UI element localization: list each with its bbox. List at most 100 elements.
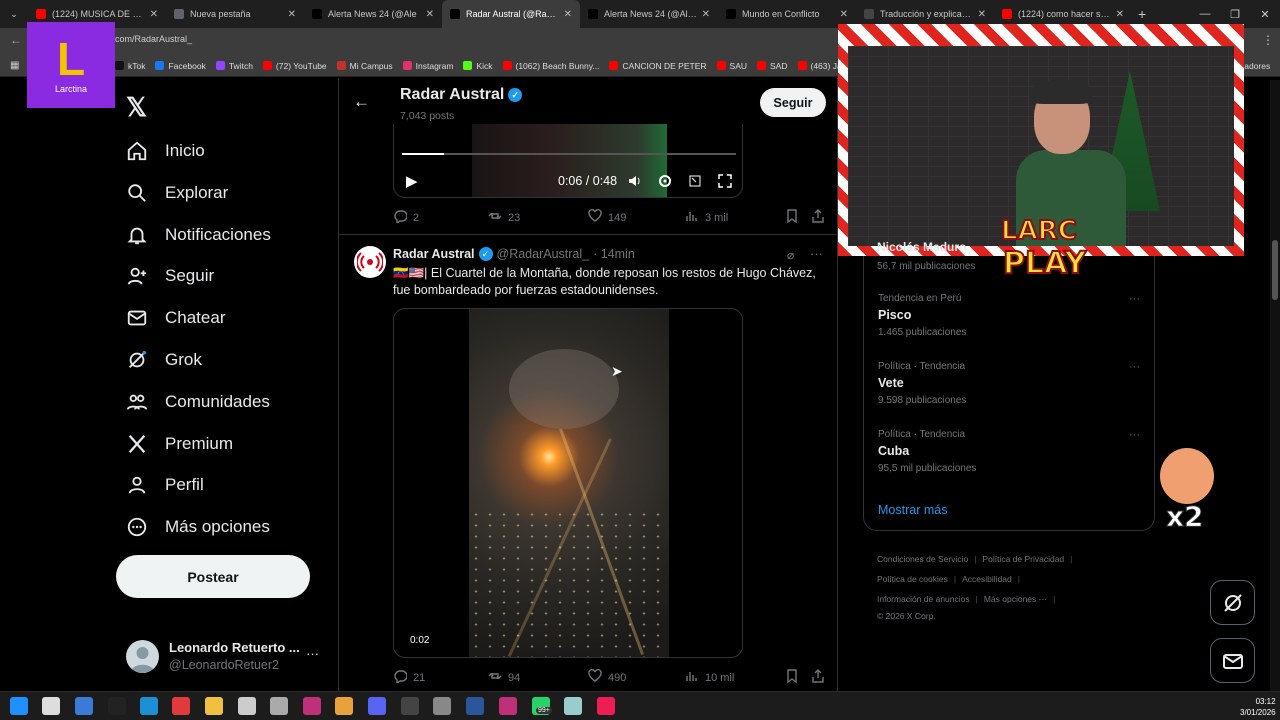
pip-icon[interactable] <box>686 172 704 190</box>
share-icon[interactable] <box>811 209 825 223</box>
bookmark-item[interactable]: Kick <box>463 61 493 71</box>
app-icon[interactable] <box>108 697 126 715</box>
tweet-timestamp[interactable]: · 14min <box>593 247 635 261</box>
footer-link[interactable]: Más opciones ··· <box>984 594 1047 604</box>
volume-icon[interactable] <box>626 172 644 190</box>
app-icon[interactable] <box>172 697 190 715</box>
discord-icon[interactable] <box>368 697 386 715</box>
views-action[interactable]: 3 mil <box>685 209 728 226</box>
calculator-icon[interactable] <box>433 697 451 715</box>
bookmark-item[interactable]: SAU <box>716 61 747 71</box>
tab-close-icon[interactable]: ✕ <box>564 9 572 20</box>
radar-austral-avatar[interactable] <box>354 246 386 278</box>
grok-icon[interactable]: ⌀ <box>787 248 794 262</box>
search-icon[interactable] <box>42 697 60 715</box>
folder-icon[interactable] <box>205 697 223 715</box>
post-button[interactable]: Postear <box>116 555 310 598</box>
edge-icon[interactable] <box>140 697 158 715</box>
nav-item-seguir[interactable]: Seguir <box>125 261 214 291</box>
close-window-icon[interactable]: ✕ <box>1250 0 1280 28</box>
tab-close-icon[interactable]: ✕ <box>840 9 848 20</box>
nav-item-notificaciones[interactable]: Notificaciones <box>125 220 271 250</box>
tweet-more-icon[interactable]: ··· <box>810 246 823 261</box>
retweets-action[interactable]: 23 <box>488 209 520 226</box>
tweet-author-name[interactable]: Radar Austral <box>393 247 475 261</box>
obs-icon[interactable] <box>401 697 419 715</box>
bookmark-item[interactable]: SAD <box>757 61 788 71</box>
trend-more-icon[interactable]: ··· <box>1129 429 1140 441</box>
nav-item-comunidades[interactable]: Comunidades <box>125 387 270 417</box>
trend-title[interactable]: Nicolás Maduro <box>877 240 966 254</box>
tab-close-icon[interactable]: ✕ <box>288 9 296 20</box>
chrome-icon[interactable] <box>335 697 353 715</box>
footer-link[interactable]: Accesibilidad <box>962 574 1012 584</box>
tab-close-icon[interactable]: ✕ <box>426 9 434 20</box>
retweets-action[interactable]: 94 <box>488 669 520 686</box>
bookmark-item[interactable]: (1062) Beach Bunny... <box>502 61 599 71</box>
tab-close-icon[interactable]: ✕ <box>1116 9 1124 20</box>
avatar[interactable] <box>126 640 159 673</box>
store-icon[interactable] <box>75 697 93 715</box>
likes-action[interactable]: 149 <box>588 208 626 226</box>
bookmark-icon[interactable] <box>785 669 799 683</box>
trend-item[interactable]: Política · Tendencia Vete 9.598 publicacio… <box>878 361 1140 406</box>
trend-more-icon[interactable]: ··· <box>1129 293 1140 305</box>
bookmark-item[interactable]: Mi Campus <box>336 61 393 71</box>
app-icon[interactable] <box>238 697 256 715</box>
app-icon[interactable] <box>270 697 288 715</box>
browser-tab[interactable]: Nueva pestaña ✕ <box>166 0 304 28</box>
word-icon[interactable] <box>466 697 484 715</box>
show-more-link[interactable]: Mostrar más <box>878 503 947 517</box>
browser-tab[interactable]: Mundo en Conflicto ✕ <box>718 0 856 28</box>
nav-item-explorar[interactable]: Explorar <box>125 178 228 208</box>
bookmark-overflow[interactable]: cadores <box>1240 61 1270 71</box>
play-icon[interactable]: ▶ <box>406 172 418 190</box>
account-name[interactable]: Leonardo Retuerto ... <box>169 640 300 655</box>
browser-tab[interactable]: Radar Austral (@RadarAu ✕ <box>442 0 580 28</box>
nav-item-premium[interactable]: Premium <box>125 429 233 459</box>
apps-grid-icon[interactable]: ▦ <box>10 60 19 71</box>
footer-link[interactable]: Información de anuncios <box>877 594 970 604</box>
fullscreen-icon[interactable] <box>716 172 734 190</box>
views-action[interactable]: 10 mil <box>685 669 734 686</box>
trend-item[interactable]: Tendencia en Perú Pisco 1.465 publicacione… <box>878 293 1140 338</box>
nav-item-más-opciones[interactable]: Más opciones <box>125 512 270 542</box>
new-tab-button[interactable]: + <box>1138 6 1146 22</box>
browser-tab[interactable]: Alerta News 24 (@Alerta ✕ <box>580 0 718 28</box>
footer-link[interactable]: Política de cookies <box>877 574 948 584</box>
nav-item-chatear[interactable]: Chatear <box>125 303 225 333</box>
url-field[interactable]: com/RadarAustral_ <box>115 34 192 44</box>
nav-item-grok[interactable]: Grok <box>125 345 202 375</box>
account-handle[interactable]: @LeonardoRetuer2 <box>169 658 279 672</box>
tab-close-icon[interactable]: ✕ <box>702 9 710 20</box>
browser-tab[interactable]: Alerta News 24 (@Ale ✕ <box>304 0 442 28</box>
app-icon[interactable] <box>303 697 321 715</box>
tweet-author-handle[interactable]: @RadarAustral_ <box>497 247 590 261</box>
taskbar-clock[interactable]: 03:12 3/01/2026 <box>1240 696 1276 718</box>
windows-start-icon[interactable] <box>10 697 28 715</box>
tab-list-icon[interactable]: ⌄ <box>0 9 28 20</box>
likes-action[interactable]: 490 <box>588 668 626 686</box>
account-more-icon[interactable]: ··· <box>306 646 319 661</box>
tab-close-icon[interactable]: ✕ <box>978 9 986 20</box>
tab-close-icon[interactable]: ✕ <box>150 9 158 20</box>
bookmark-item[interactable]: kTok <box>115 61 145 71</box>
bookmark-icon[interactable] <box>785 209 799 223</box>
footer-link[interactable]: Condiciones de Servicio <box>877 554 968 564</box>
nav-item-perfil[interactable]: Perfil <box>125 470 204 500</box>
app-icon[interactable] <box>499 697 517 715</box>
profile-menu-icon[interactable]: ⋮ <box>1262 33 1274 47</box>
app-icon[interactable] <box>564 697 582 715</box>
follow-button[interactable]: Seguir <box>760 88 826 117</box>
back-arrow-icon[interactable]: ← <box>353 92 370 112</box>
bookmark-item[interactable]: Instagram <box>402 61 453 71</box>
messages-fab-button[interactable] <box>1210 638 1255 683</box>
x-logo-icon[interactable]: 𝕏 <box>126 92 147 123</box>
bookmark-item[interactable]: (72) YouTube <box>262 61 327 71</box>
bookmark-item[interactable]: Facebook <box>155 61 206 71</box>
trend-more-icon[interactable]: ··· <box>1129 361 1140 373</box>
scrollbar-thumb[interactable] <box>1272 240 1278 300</box>
back-nav-icon[interactable]: ← <box>10 33 22 47</box>
trend-item[interactable]: Política · Tendencia Cuba 95,5 mil publica… <box>878 429 1140 474</box>
settings-gear-icon[interactable] <box>656 172 674 190</box>
